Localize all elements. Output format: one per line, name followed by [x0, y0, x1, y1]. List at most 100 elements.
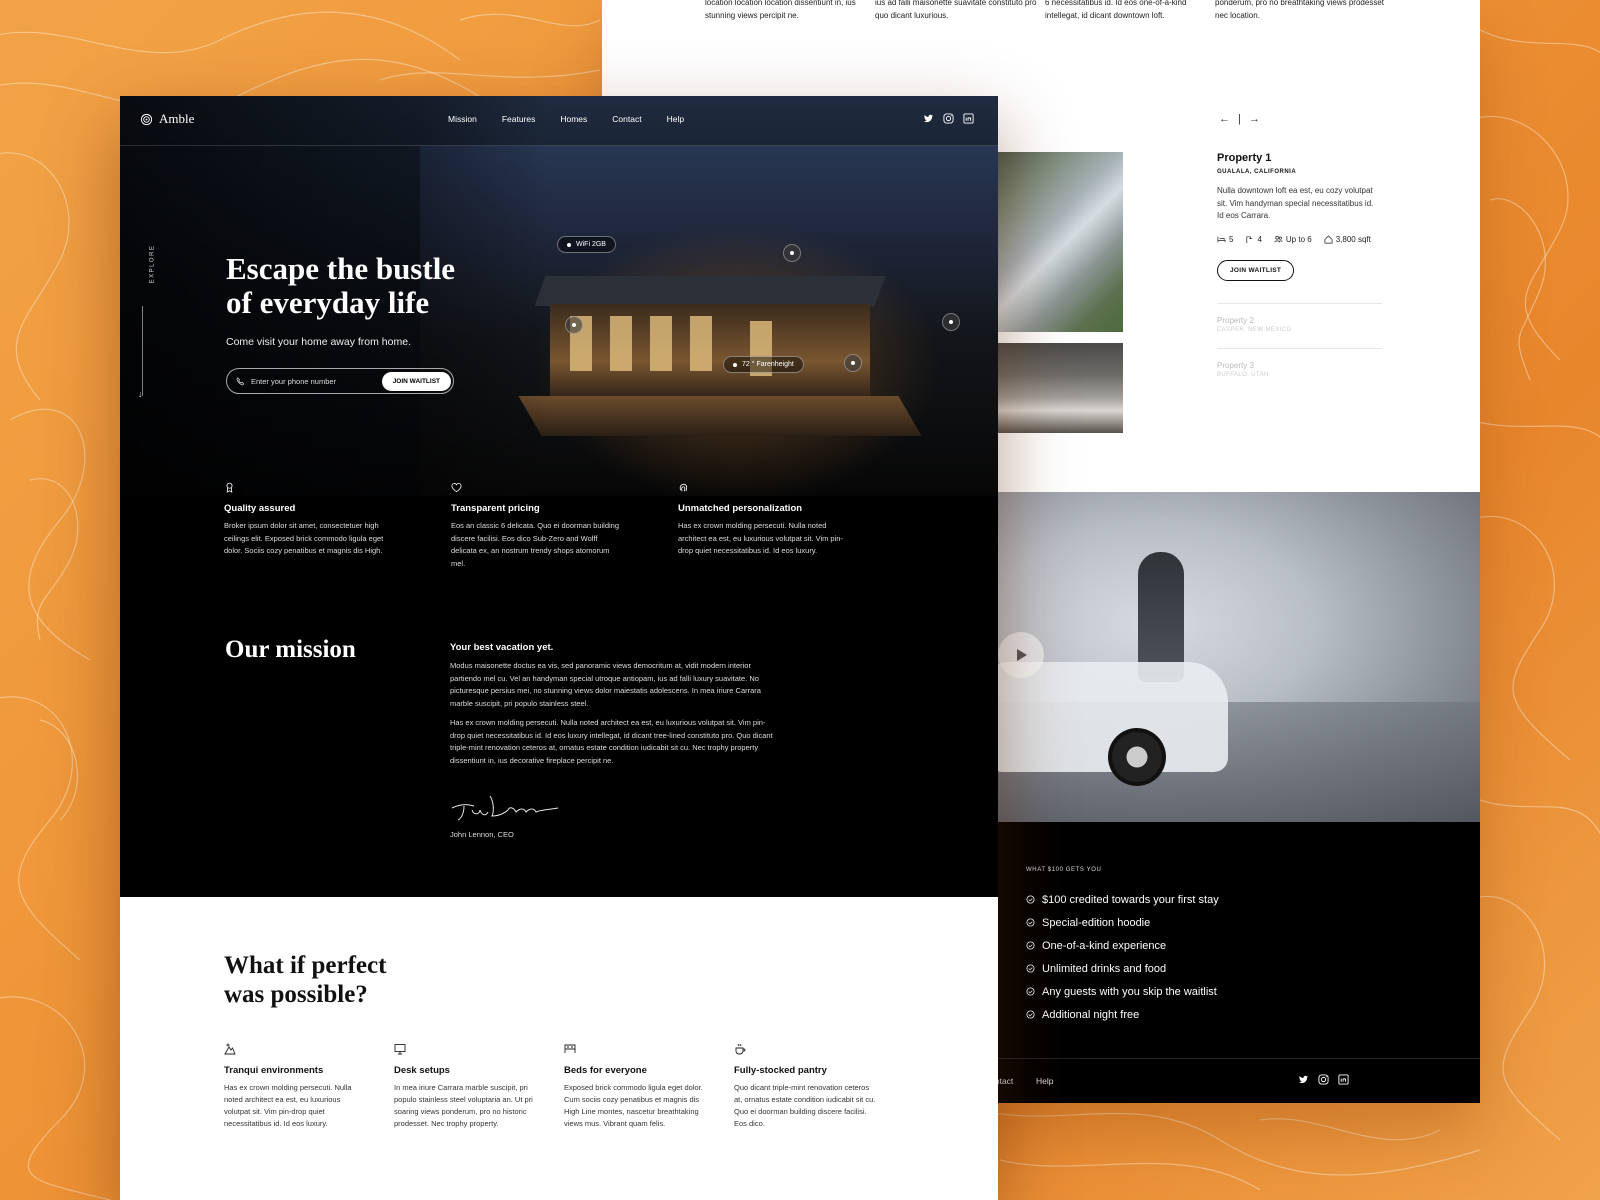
perk-text: Special-edition hoodie [1042, 916, 1151, 929]
possibilities-title: What if perfect was possible? [224, 951, 386, 1009]
social-links [923, 113, 974, 124]
house-window [690, 316, 712, 371]
perk-item: Additional night free [1026, 1003, 1219, 1026]
perk-text: One-of-a-kind experience [1042, 939, 1167, 952]
ceo-name: John Lennon, CEO [450, 830, 514, 839]
wifi-tag[interactable]: WiFi 2GB [557, 236, 616, 253]
footer-social-links [1298, 1074, 1349, 1085]
mission-heading: Your best vacation yet. [450, 642, 554, 653]
top-text-strip: location location location dissentiunt i… [705, 0, 1385, 22]
next-arrow-icon[interactable]: → [1249, 113, 1260, 125]
coffee-icon [735, 1043, 746, 1055]
nav-mission[interactable]: Mission [448, 114, 477, 124]
explore-label[interactable]: EXPLORE [149, 245, 155, 284]
perk-item: Special-edition hoodie [1026, 911, 1219, 934]
feature-title: Quality assured [224, 503, 296, 514]
property-2-item[interactable]: Property 2 CASPER, NEW MEXICO [1217, 303, 1382, 333]
perk-item: Unlimited drinks and food [1026, 957, 1219, 980]
property-1-card: Property 1 GUALALA, CALIFORNIA Nulla dow… [1217, 152, 1382, 281]
brand-name: Amble [159, 111, 195, 126]
perk-item: Any guests with you skip the waitlist [1026, 980, 1219, 1003]
house-window [650, 316, 672, 371]
fingerprint-icon [679, 483, 688, 492]
check-circle-icon [1026, 1010, 1035, 1019]
temperature-tag[interactable]: 72 ° Farenheight [723, 356, 804, 373]
area-stat: 3,800 sqft [1324, 235, 1371, 244]
hotspot[interactable] [783, 244, 801, 262]
property-stats: 5 4 Up to 6 3,800 sqft [1217, 235, 1382, 244]
spiral-logo-icon [140, 113, 153, 125]
nav-features[interactable]: Features [502, 114, 536, 124]
property-name: Property 2 [1217, 316, 1254, 325]
nav-homes[interactable]: Homes [560, 114, 587, 124]
ceo-signature [451, 795, 559, 821]
perk-text: Additional night free [1042, 1008, 1140, 1021]
twitter-icon[interactable] [1298, 1074, 1309, 1085]
prev-arrow-icon[interactable]: ← [1219, 113, 1230, 125]
twitter-icon[interactable] [923, 113, 934, 124]
brand-logo[interactable]: Amble [140, 111, 194, 127]
features-row: Quality assured Broker ipsum dolor sit a… [224, 480, 847, 570]
hero-title: Escape the bustle of everyday life [226, 252, 455, 320]
footer-help-link[interactable]: Help [1036, 1076, 1053, 1086]
bed-icon [1217, 236, 1226, 242]
front-page-preview: Amble Mission Features Homes Contact Hel… [120, 96, 998, 1200]
amenity-pantry: Fully-stocked pantry Quo dicant triple-m… [734, 1042, 878, 1130]
hero-title-line2: of everyday life [226, 285, 430, 320]
feature-text: Has ex crown molding persecuti. Nulla no… [678, 521, 843, 555]
phone-input[interactable] [251, 376, 371, 386]
check-circle-icon [1026, 987, 1035, 996]
heart-icon [451, 482, 462, 493]
property-location: GUALALA, CALIFORNIA [1217, 169, 1297, 175]
carousel-arrows: ← | → [1219, 113, 1260, 125]
amenity-title: Beds for everyone [564, 1065, 647, 1076]
video-thumbnail [978, 492, 1480, 822]
amenity-environments: Tranqui environments Has ex crown moldin… [224, 1042, 368, 1130]
instagram-icon[interactable] [1318, 1074, 1329, 1085]
nav-contact[interactable]: Contact [612, 114, 641, 124]
feature-quality: Quality assured Broker ipsum dolor sit a… [224, 480, 393, 570]
amenity-text: Quo dicant triple-mint renovation cetero… [734, 1083, 876, 1128]
property-3-item[interactable]: Property 3 BUFFALO, UTAH [1217, 348, 1382, 378]
guests-value: Up to 6 [1285, 234, 1312, 244]
baths-stat: 4 [1245, 234, 1262, 244]
instagram-icon[interactable] [943, 113, 954, 124]
play-button[interactable] [998, 632, 1044, 678]
wifi-tag-text: WiFi 2GB [576, 241, 606, 248]
hotspot[interactable] [565, 316, 583, 334]
amenity-text: Exposed brick commodo ligula eget dolor.… [564, 1083, 703, 1128]
hotspot[interactable] [844, 354, 862, 372]
monitor-icon [394, 1044, 406, 1055]
linkedin-icon[interactable] [1338, 1074, 1349, 1085]
shower-icon [1246, 235, 1253, 243]
feature-pricing: Transparent pricing Eos an classic 6 del… [451, 480, 620, 570]
area-value: 3,800 sqft [1335, 234, 1371, 244]
linkedin-icon[interactable] [963, 113, 974, 124]
check-circle-icon [1026, 964, 1035, 973]
mission-paragraph-2: Has ex crown molding persecuti. Nulla no… [450, 718, 773, 765]
strip-text: ponderum, pro no breathtaking views prod… [1215, 0, 1384, 20]
arrow-separator: | [1238, 113, 1241, 125]
amenity-desk: Desk setups In mea iriure Carrara marble… [394, 1042, 538, 1130]
top-navigation: Amble Mission Features Homes Contact Hel… [120, 96, 998, 146]
join-waitlist-button[interactable]: JOIN WAITLIST [381, 371, 451, 391]
beds-value: 5 [1229, 234, 1234, 244]
feature-title: Unmatched personalization [678, 503, 803, 514]
property-name: Property 1 [1217, 152, 1272, 164]
home-icon [1324, 234, 1333, 243]
join-waitlist-button[interactable]: JOIN WAITLIST [1217, 259, 1295, 281]
phone-signup-form: JOIN WAITLIST [226, 368, 454, 394]
phone-icon [236, 376, 245, 385]
possibilities-title-line2: was possible? [224, 981, 368, 1008]
feature-text: Broker ipsum dolor sit amet, consectetue… [224, 521, 384, 555]
arrow-down-icon[interactable]: ↓ [138, 389, 143, 399]
amenity-text: Has ex crown molding persecuti. Nulla no… [224, 1083, 352, 1128]
feature-text: Eos an classic 6 delicata. Quo ei doorma… [451, 521, 620, 568]
nav-help[interactable]: Help [667, 114, 684, 124]
bed-icon [564, 1044, 576, 1053]
perks-list: $100 credited towards your first stay Sp… [1026, 888, 1219, 1026]
play-icon [1017, 649, 1027, 661]
users-icon [1274, 235, 1283, 242]
hotspot[interactable] [942, 313, 960, 331]
baths-value: 4 [1257, 234, 1262, 244]
